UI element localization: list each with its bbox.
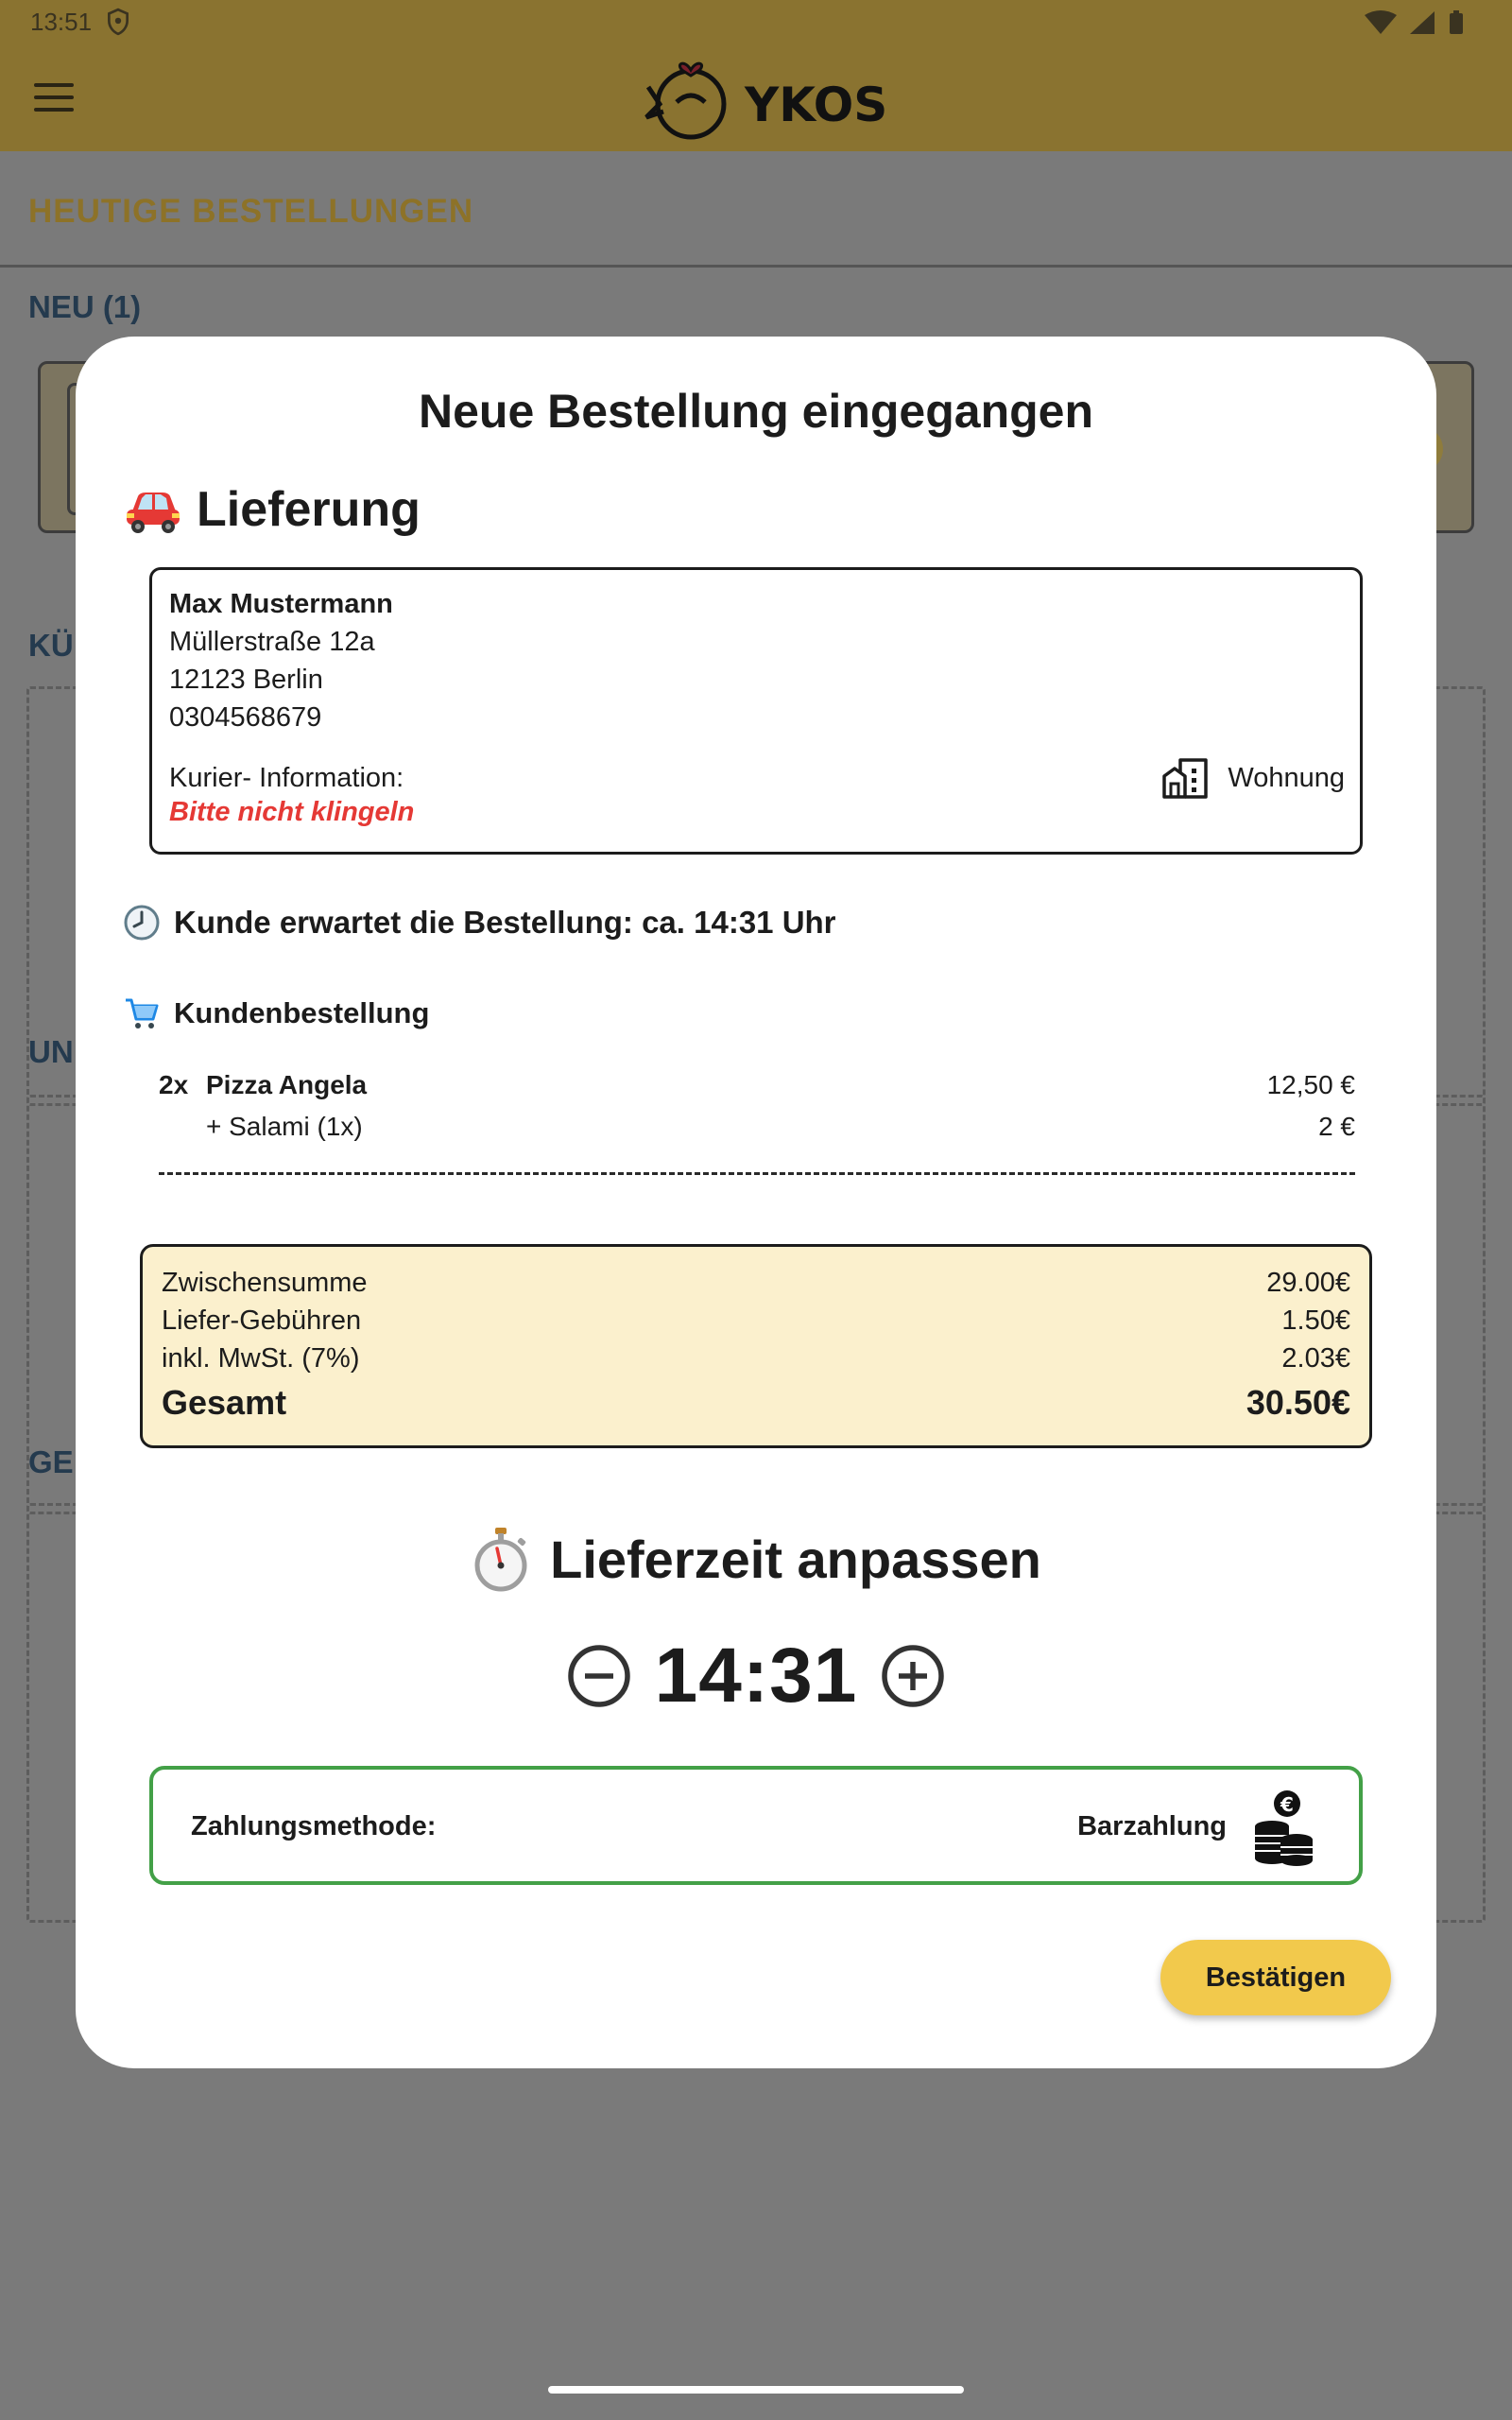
car-icon (127, 493, 180, 533)
section-label-4: GE (28, 1444, 74, 1479)
delivery-fee-value: 1.50€ (1281, 1305, 1350, 1336)
dialog-title: Neue Bestellung eingegangen (418, 385, 1093, 438)
customer-city: 12123 Berlin (169, 665, 323, 695)
payment-method-label: Zahlungsmethode: (191, 1811, 437, 1841)
new-order-dialog: Neue Bestellung eingegangen Lieferung Ma… (76, 337, 1436, 2068)
order-heading: Kundenbestellung (174, 996, 430, 1029)
divider (0, 265, 1512, 268)
order-type-label: Lieferung (197, 482, 421, 537)
decrease-time-button[interactable] (566, 1643, 632, 1709)
vat-value: 2.03€ (1281, 1343, 1350, 1374)
clock-icon (124, 905, 160, 941)
delivery-fee-label: Liefer-Gebühren (162, 1305, 362, 1336)
customer-name: Max Mustermann (169, 589, 393, 619)
adjust-time-heading: Lieferzeit anpassen (76, 1526, 1436, 1592)
battery-icon (1450, 13, 1463, 34)
totals-box: Zwischensumme 29.00€ Liefer-Gebühren 1.5… (140, 1244, 1372, 1448)
menu-icon[interactable] (34, 83, 74, 113)
subtotal-value: 29.00€ (1266, 1268, 1350, 1298)
subtotal-label: Zwischensumme (162, 1268, 368, 1298)
customer-street: Müllerstraße 12a (169, 627, 375, 657)
building-type: Wohnung (1161, 758, 1345, 799)
svg-text:YKOS: YKOS (744, 78, 887, 132)
page-title: HEUTIGE BESTELLUNGEN (28, 193, 474, 230)
item-qty: 2x (159, 1070, 189, 1099)
app-logo: YKOS (644, 61, 887, 140)
total-label: Gesamt (162, 1383, 287, 1422)
shopping-cart-icon (126, 998, 159, 1028)
customer-phone[interactable]: 0304568679 (169, 702, 321, 734)
building-type-label: Wohnung (1228, 762, 1345, 793)
app-bar: YKOS (0, 45, 1512, 151)
shield-icon (108, 8, 129, 36)
total-value: 30.50€ (1246, 1383, 1350, 1422)
svg-text:€: € (1280, 1793, 1294, 1816)
confirm-button[interactable]: Bestätigen (1160, 1940, 1391, 2015)
wifi-icon (1365, 10, 1397, 34)
section-label-2: KÜ (28, 628, 74, 663)
payment-method-value: Barzahlung (1077, 1811, 1227, 1841)
expected-time-row: Kunde erwartet die Bestellung: ca. 14:31… (123, 904, 836, 942)
status-time: 13:51 (30, 8, 93, 36)
courier-info-label: Kurier- Information: (169, 763, 404, 793)
signal-icon (1410, 11, 1435, 34)
time-stepper: 14:31 (76, 1632, 1436, 1720)
cash-coins-icon: € (1255, 1790, 1313, 1866)
extra-price: 2 € (1318, 1112, 1355, 1141)
gesture-nav-bar[interactable] (548, 2386, 964, 2394)
system-status-icons (1365, 10, 1463, 34)
items-divider (159, 1172, 1355, 1175)
payment-method-box: Zahlungsmethode: Barzahlung € (149, 1766, 1363, 1885)
status-bar: 13:51 (0, 0, 1512, 45)
expected-time-text: Kunde erwartet die Bestellung: ca. 14:31… (174, 905, 836, 940)
section-label-new: NEU (1) (28, 289, 142, 324)
building-icon (1162, 758, 1209, 799)
courier-note: Bitte nicht klingeln (169, 797, 415, 827)
adjust-time-title: Lieferzeit anpassen (550, 1529, 1041, 1589)
stopwatch-icon (474, 1528, 527, 1592)
delivery-time-value: 14:31 (654, 1633, 858, 1719)
order-heading-row: Kundenbestellung (123, 994, 429, 1032)
vat-label: inkl. MwSt. (7%) (162, 1343, 360, 1374)
item-name: Pizza Angela (206, 1070, 368, 1099)
extra-name: + Salami (1x) (206, 1112, 363, 1141)
order-type: Lieferung (123, 476, 421, 543)
customer-address-card: Max Mustermann Müllerstraße 12a 12123 Be… (149, 567, 1363, 855)
item-price: 12,50 € (1266, 1070, 1355, 1099)
section-label-3: UN (28, 1034, 74, 1069)
increase-time-button[interactable] (880, 1643, 946, 1709)
